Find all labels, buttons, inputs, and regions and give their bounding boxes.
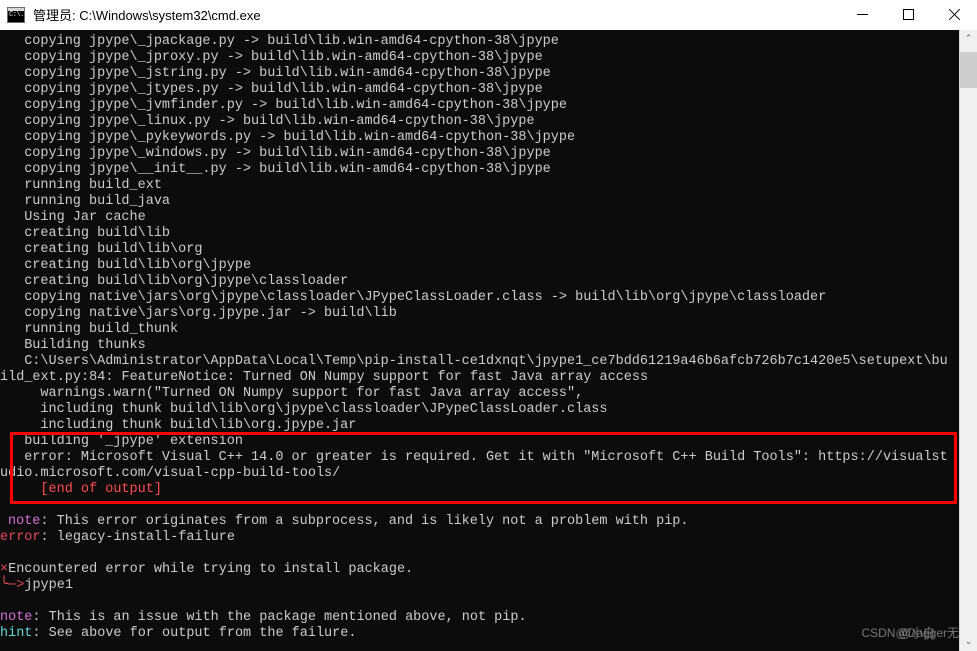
console-line: building '_jpype' extension [8, 434, 243, 449]
scrollbar-thumb[interactable] [960, 52, 977, 88]
console-line: copying jpype\_jstring.py -> build\lib.w… [8, 66, 551, 81]
console-line: copying native\jars\org.jpype.jar -> bui… [8, 306, 397, 321]
error-body: : legacy-install-failure [40, 530, 235, 545]
console-line: C:\Users\Administrator\AppData\Local\Tem… [8, 354, 948, 369]
scroll-up-icon[interactable]: ⌃ [960, 30, 977, 48]
note-label: note [8, 514, 41, 529]
console-line: error: Microsoft Visual C++ 14.0 or grea… [8, 450, 948, 465]
console-line-end-of-output: [end of output] [8, 482, 162, 497]
console-output-area[interactable]: copying jpype\_jpackage.py -> build\lib.… [0, 30, 959, 651]
console-line: copying native\jars\org\jpype\classloade… [8, 290, 827, 305]
console-line: copying jpype\__init__.py -> build\lib.w… [8, 162, 551, 177]
error-cross-icon: × [0, 562, 9, 577]
scrollbar-track[interactable] [960, 48, 977, 633]
console-line-error-legacy: error: legacy-install-failure [0, 530, 959, 546]
console-line-note-subprocess: note: This error originates from a subpr… [0, 514, 959, 530]
console-line: copying jpype\_jtypes.py -> build\lib.wi… [8, 82, 543, 97]
console-line: creating build\lib\org [8, 242, 203, 257]
console-line: running build_thunk [8, 322, 179, 337]
console-line: creating build\lib [8, 226, 171, 241]
console-line: copying jpype\_jvmfinder.py -> build\lib… [8, 98, 567, 113]
close-icon [948, 9, 960, 21]
error-label: error [0, 530, 41, 545]
cmd-icon: C:\. [7, 6, 25, 23]
console-line: warnings.warn("Turned ON Numpy support f… [8, 386, 584, 401]
watermark-text-2: @Dagger无敌 [895, 626, 959, 640]
package-name: jpype1 [24, 578, 73, 593]
minimize-button[interactable] [839, 0, 885, 30]
window-controls [839, 0, 977, 30]
note-body: : This error originates from a subproces… [40, 514, 689, 529]
console-line: copying jpype\_pykeywords.py -> build\li… [8, 130, 576, 145]
console-line: creating build\lib\org\jpype\classloader [8, 274, 349, 289]
console-line: creating build\lib\org\jpype [8, 258, 252, 273]
console-line-note-package: note: This is an issue with the package … [0, 610, 959, 626]
console-line-package: ╰─>jpype1 [0, 578, 959, 594]
console-line: Building thunks [8, 338, 146, 353]
console-line: udio.microsoft.com/visual-cpp-build-tool… [0, 466, 341, 481]
cmd-window: C:\. 管理员: C:\Windows\system32\cmd.exe co… [0, 0, 977, 651]
window-title: 管理员: C:\Windows\system32\cmd.exe [33, 8, 261, 23]
console-line: copying jpype\_linux.py -> build\lib.win… [8, 114, 535, 129]
encountered-error-text: Encountered error while trying to instal… [8, 562, 414, 577]
console-lines: copying jpype\_jpackage.py -> build\lib.… [0, 30, 959, 642]
close-button[interactable] [931, 0, 977, 30]
minimize-icon [856, 14, 868, 15]
cmd-icon-prompt-text: C:\. [9, 10, 24, 19]
note-label-2: note [0, 610, 33, 625]
console-line: including thunk build\lib\org\jpype\clas… [8, 402, 608, 417]
console-line: running build_ext [8, 178, 162, 193]
branch-arrow-icon: ╰─> [0, 578, 25, 593]
console-line: copying jpype\_jpackage.py -> build\lib.… [8, 34, 559, 49]
note-body-2: : This is an issue with the package ment… [32, 610, 527, 625]
console-line: running build_java [8, 194, 171, 209]
scroll-down-icon[interactable]: ⌄ [960, 633, 977, 651]
console-line: including thunk build\lib\org.jpype.jar [8, 418, 357, 433]
vertical-scrollbar[interactable]: ⌃ ⌄ [959, 30, 977, 651]
maximize-button[interactable] [885, 0, 931, 30]
console-line: copying jpype\_jproxy.py -> build\lib.wi… [8, 50, 543, 65]
console-line-encountered-error: ×Encountered error while trying to insta… [0, 562, 959, 578]
console-line: ild_ext.py:84: FeatureNotice: Turned ON … [0, 370, 649, 385]
csdn-watermark: CSDN @小白 @Dagger无敌 [861, 624, 959, 641]
title-bar[interactable]: C:\. 管理员: C:\Windows\system32\cmd.exe [0, 0, 977, 30]
maximize-icon [902, 9, 914, 20]
console-line: Using Jar cache [8, 210, 146, 225]
hint-label: hint [0, 626, 33, 641]
console-line: copying jpype\_windows.py -> build\lib.w… [8, 146, 551, 161]
console-line-hint: hint: See above for output from the fail… [0, 626, 959, 642]
hint-body: : See above for output from the failure. [32, 626, 357, 641]
